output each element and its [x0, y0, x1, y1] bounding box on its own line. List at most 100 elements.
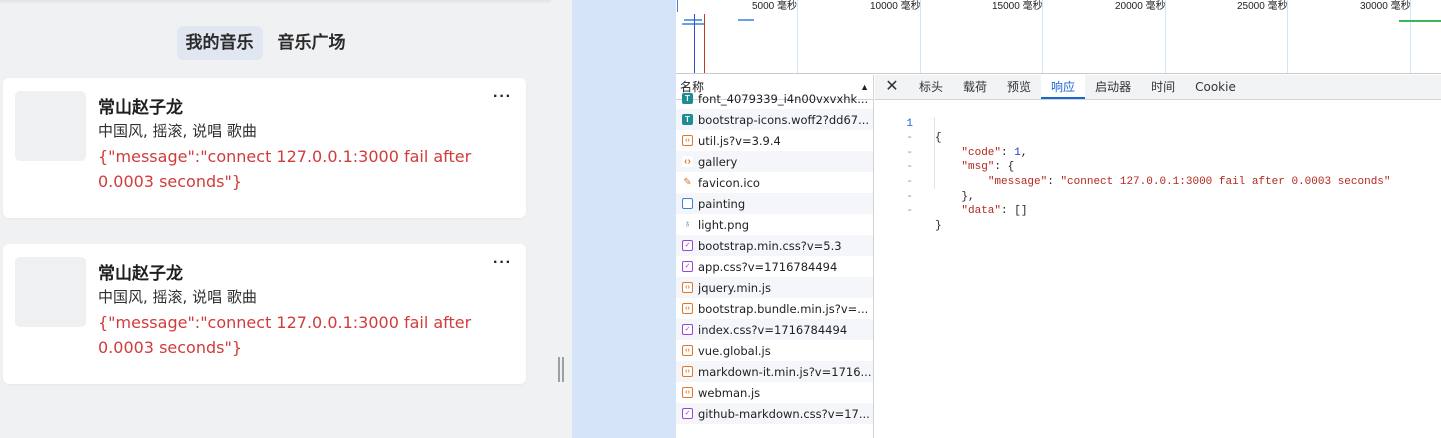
waterfall-bar — [682, 23, 704, 25]
tab-music-square[interactable]: 音乐广场 — [269, 26, 355, 60]
detail-tab-bar: ✕ 标头 载荷 预览 响应 启动器 时间 Cookie — [875, 75, 1441, 100]
timeline-gridline — [797, 0, 798, 73]
waterfall-bar — [738, 19, 754, 21]
song-title: 常山赵子龙 — [98, 264, 183, 284]
tab-timing[interactable]: 时间 — [1141, 75, 1185, 99]
error-message: {"message":"connect 127.0.0.1:3000 fail … — [98, 313, 472, 357]
png-icon: ♁ — [682, 219, 693, 230]
response-body-viewer[interactable]: 1 { - "code": 1, - "msg": { - "message":… — [875, 102, 1441, 232]
top-edge — [0, 0, 551, 4]
request-row[interactable]: ‹› gallery — [676, 151, 873, 172]
song-card[interactable]: 常山赵子龙 中国风, 摇滚, 说唱 歌曲 {"message":"connect… — [3, 244, 526, 384]
tab-cookies[interactable]: Cookie — [1185, 75, 1246, 99]
song-tags: 中国风, 摇滚, 说唱 歌曲 — [98, 288, 257, 306]
request-name: jquery.min.js — [698, 280, 771, 295]
request-row[interactable]: Tbootstrap-icons.woff2?dd67... — [676, 109, 873, 130]
script-icon: ‹› — [682, 135, 693, 146]
code-line: - } — [875, 190, 1441, 232]
image-icon: ✎ — [682, 177, 693, 188]
tab-payload[interactable]: 载荷 — [953, 75, 997, 99]
request-row[interactable]: ‹› jquery.min.js — [676, 277, 873, 298]
script-icon: ‹› — [682, 387, 693, 398]
tab-initiator[interactable]: 启动器 — [1085, 75, 1141, 99]
timeline-tick-label: 10000 毫秒 — [870, 1, 921, 12]
timeline-tick-label: 15000 毫秒 — [992, 1, 1043, 12]
tab-my-music[interactable]: 我的音乐 — [176, 26, 263, 60]
request-row[interactable]: ‹› webman.js — [676, 382, 873, 403]
request-row[interactable]: painting — [676, 193, 873, 214]
script-icon: ‹› — [682, 303, 693, 314]
document-icon: ‹› — [682, 156, 693, 167]
request-row[interactable]: ‹› markdown-it.min.js?v=1716... — [676, 361, 873, 382]
request-row[interactable]: ✓ bootstrap.min.css?v=5.3 — [676, 235, 873, 256]
waterfall-bar — [677, 0, 678, 12]
request-name: bootstrap-icons.woff2?dd67... — [698, 112, 870, 127]
more-options-icon[interactable]: ··· — [493, 88, 512, 106]
pane-resize-handle[interactable] — [558, 357, 564, 382]
page-icon — [682, 198, 693, 209]
song-title: 常山赵子龙 — [98, 98, 183, 118]
request-name: bootstrap.min.css?v=5.3 — [698, 238, 842, 253]
waterfall-bar — [1399, 20, 1441, 22]
waterfall-bar — [684, 19, 702, 21]
request-row[interactable]: ✓ index.css?v=1716784494 — [676, 319, 873, 340]
request-row[interactable]: ♁ light.png — [676, 214, 873, 235]
request-detail-panel: ✕ 标头 载荷 预览 响应 启动器 时间 Cookie 1 { - "code"… — [875, 75, 1441, 438]
more-options-icon[interactable]: ··· — [493, 254, 512, 272]
tab-preview[interactable]: 预览 — [997, 75, 1041, 99]
request-name: gallery — [698, 154, 738, 169]
close-icon[interactable]: ✕ — [875, 75, 909, 99]
request-row[interactable]: ✓ github-markdown.css?v=17... — [676, 403, 873, 424]
request-name: webman.js — [698, 385, 761, 400]
timeline-tick-label: 25000 毫秒 — [1237, 1, 1288, 12]
script-icon: ‹› — [682, 345, 693, 356]
song-cover-placeholder — [15, 257, 86, 327]
request-name: favicon.ico — [698, 175, 760, 190]
request-name: markdown-it.min.js?v=1716... — [698, 364, 872, 379]
request-name: painting — [698, 196, 746, 211]
timeline-tick-label: 20000 毫秒 — [1115, 1, 1166, 12]
song-cover-placeholder — [15, 91, 86, 161]
request-list: Tfont_4079339_i4n00vxvxhk... Tbootstrap-i… — [676, 88, 873, 424]
script-icon: ‹› — [682, 282, 693, 293]
music-app-pane: 我的音乐 音乐广场 常山赵子龙 中国风, 摇滚, 说唱 歌曲 {"message… — [0, 0, 551, 438]
request-name: util.js?v=3.9.4 — [698, 133, 781, 148]
request-name: vue.global.js — [698, 343, 771, 358]
load-event-marker — [704, 14, 705, 73]
request-name: github-markdown.css?v=17... — [698, 406, 870, 421]
request-name: font_4079339_i4n00vxvxhk... — [698, 91, 869, 106]
request-name: light.png — [698, 217, 750, 232]
font-icon: T — [682, 93, 693, 104]
music-tab-nav: 我的音乐 音乐广场 — [0, 26, 531, 60]
request-row[interactable]: ✓ app.css?v=1716784494 — [676, 256, 873, 277]
tab-response[interactable]: 响应 — [1041, 75, 1086, 99]
request-row[interactable]: ‹› util.js?v=3.9.4 — [676, 130, 873, 151]
tab-headers[interactable]: 标头 — [909, 75, 953, 99]
timeline-tick-label: 30000 毫秒 — [1360, 1, 1411, 12]
code-line: - "message": "connect 127.0.0.1:3000 fai… — [875, 146, 1441, 188]
script-icon: ‹› — [682, 366, 693, 377]
request-name: app.css?v=1716784494 — [698, 259, 838, 274]
request-name: bootstrap.bundle.min.js?v=... — [698, 301, 869, 316]
stylesheet-icon: ✓ — [682, 324, 693, 335]
font-icon: T — [682, 114, 693, 125]
code-line: - }, — [875, 160, 1441, 203]
dom-content-loaded-marker — [694, 14, 695, 73]
stylesheet-icon: ✓ — [682, 261, 693, 272]
request-row[interactable]: ‹› bootstrap.bundle.min.js?v=... — [676, 298, 873, 319]
request-row[interactable]: ‹› vue.global.js — [676, 340, 873, 361]
request-name-column: 名称 ▲ Tfont_4079339_i4n00vxvxhk... Tbootst… — [676, 75, 874, 438]
request-row[interactable]: Tfont_4079339_i4n00vxvxhk... — [676, 88, 873, 109]
song-card[interactable]: 常山赵子龙 中国风, 摇滚, 说唱 歌曲 {"message":"connect… — [3, 78, 526, 218]
stylesheet-icon: ✓ — [682, 408, 693, 419]
line-number: - — [906, 205, 913, 218]
devtools-network-panel: 5000 毫秒 10000 毫秒 15000 毫秒 20000 毫秒 25000… — [676, 0, 1441, 438]
timeline-tick-label: 5000 毫秒 — [752, 1, 798, 12]
song-tags: 中国风, 摇滚, 说唱 歌曲 — [98, 122, 257, 140]
stylesheet-icon: ✓ — [682, 240, 693, 251]
blank-blue-panel — [572, 0, 676, 438]
code-line: 1 { — [875, 102, 1441, 145]
network-timeline-overview[interactable]: 5000 毫秒 10000 毫秒 15000 毫秒 20000 毫秒 25000… — [676, 0, 1441, 74]
request-row[interactable]: ✎ favicon.ico — [676, 172, 873, 193]
request-name: index.css?v=1716784494 — [698, 322, 848, 337]
